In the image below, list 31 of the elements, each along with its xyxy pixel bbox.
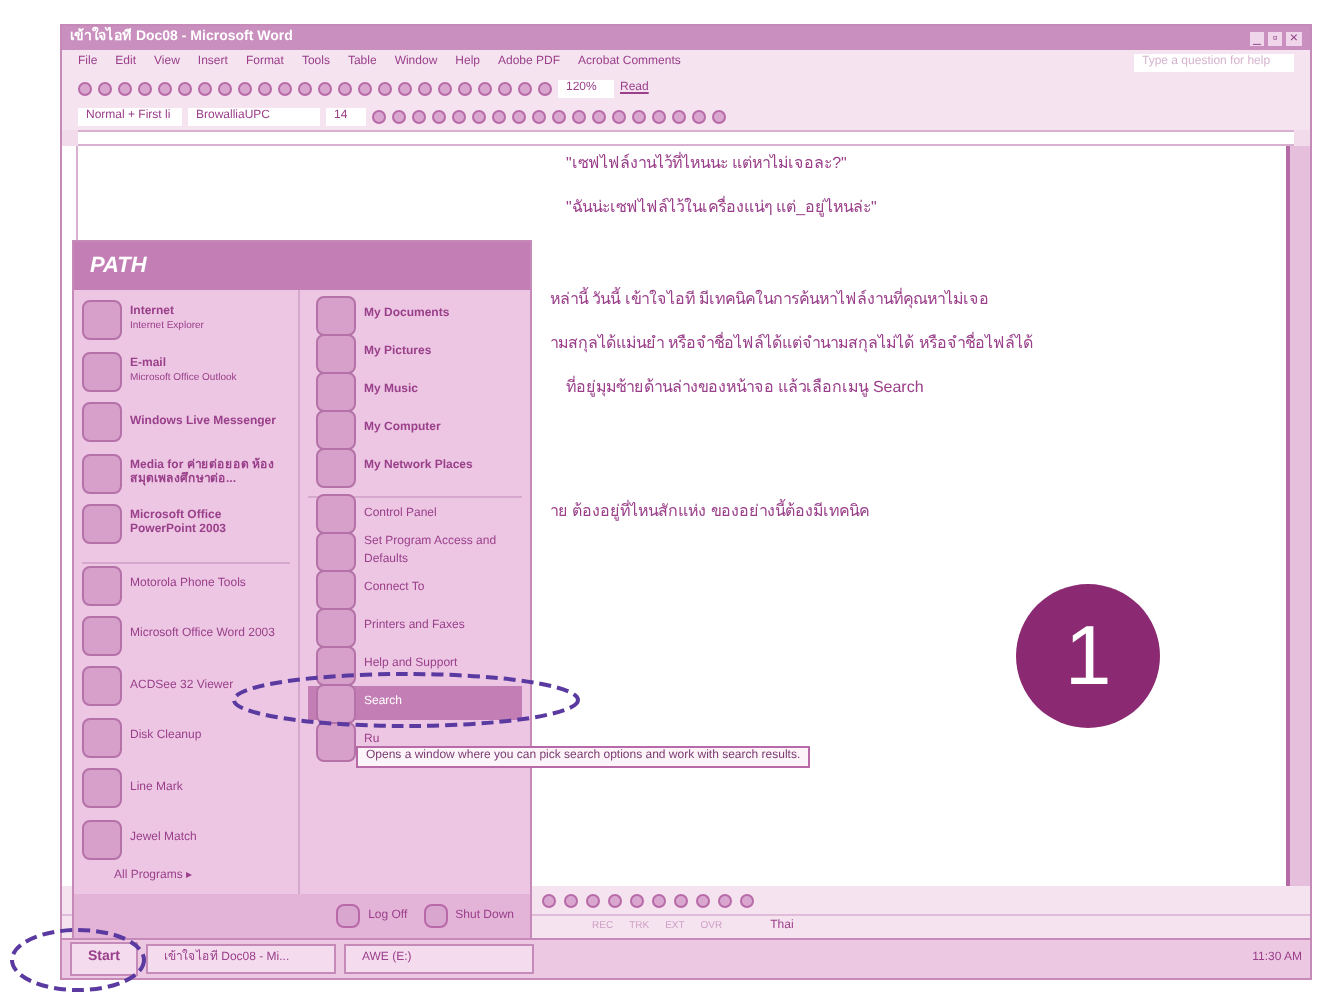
program-icon: [82, 300, 122, 341]
program-icon: [82, 453, 122, 494]
program-icon: [316, 409, 356, 449]
program-icon: [316, 607, 356, 647]
program-icon: [82, 402, 122, 443]
program-icon: [316, 295, 356, 335]
document-text: ที่อยู่มุมซ้ายด้านล่างของหน้าจอ แล้วเลือกเมนู Search: [564, 376, 926, 400]
program-icon: [316, 683, 356, 723]
program-icon: [316, 494, 356, 534]
program-icon: [82, 504, 122, 545]
dashed-ellipse: [6, 924, 150, 996]
program-icon: [316, 531, 356, 571]
program-icon: [316, 447, 356, 487]
program-icon: [316, 645, 356, 685]
program-icon: [82, 768, 122, 809]
document-text: "เซฟไฟล์งานไว้ที่ไหนนะ แต่หาไม่เจอละ?": [564, 152, 849, 176]
program-icon: [82, 351, 122, 392]
document-text: าย ต้องอยู่ที่ไหนสักแห่ง ของอย่างนี้ต้องมีเทคนิค: [550, 500, 871, 524]
program-icon: [82, 615, 122, 656]
program-icon: [82, 819, 122, 860]
document-text: ามสกุลได้แม่นยำ หรือจำชื่อไฟล์ได้แต่จำนามสกุลไม่ได้ หรือจำชื่อไฟล์ได้: [550, 332, 1035, 356]
program-icon: [82, 565, 122, 606]
program-icon: [316, 721, 356, 761]
program-icon: [82, 666, 122, 707]
document-text: หล่านี้ วันนี้ เข้าใจไอที มีเทคนิคในการค้นหาไฟล์งานที่คุณหาไม่เจอ: [550, 288, 992, 312]
program-icon: [316, 371, 356, 411]
user-name: PATH: [90, 251, 147, 282]
program-icon: [316, 333, 356, 373]
program-icon: [82, 717, 122, 758]
document-text: "ฉันน่ะเซฟไฟล์ไว้ในเครื่องแน่ๆ แต่_อยู่ไหนล่ะ": [564, 196, 879, 220]
program-icon: [316, 569, 356, 609]
